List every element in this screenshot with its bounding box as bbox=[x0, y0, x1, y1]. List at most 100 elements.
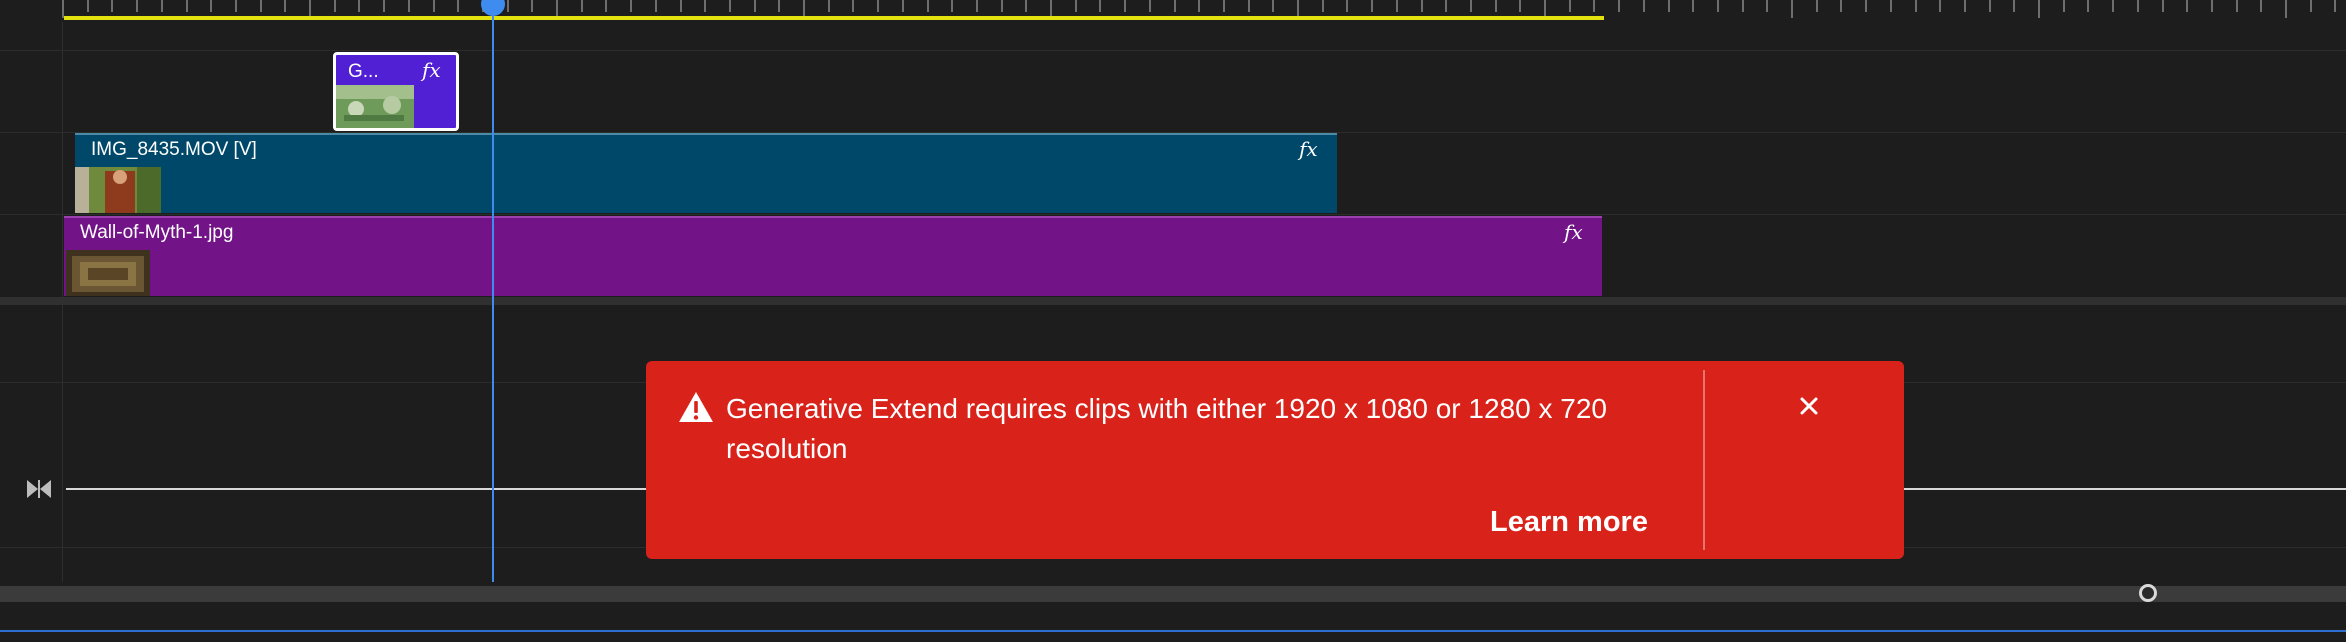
ruler-tick bbox=[729, 0, 731, 12]
ruler-tick bbox=[2137, 0, 2139, 12]
panel-bottom-border bbox=[0, 630, 2346, 632]
ruler-tick bbox=[2211, 0, 2213, 12]
toast-message: Generative Extend requires clips with ei… bbox=[726, 393, 1607, 464]
ruler-tick bbox=[2162, 0, 2164, 12]
ruler-tick bbox=[1371, 0, 1373, 12]
ruler-tick bbox=[1099, 0, 1101, 12]
timeline-ruler[interactable] bbox=[0, 0, 2346, 22]
warning-icon bbox=[679, 392, 713, 422]
ruler-tick bbox=[1346, 0, 1348, 12]
ruler-tick bbox=[828, 0, 830, 12]
ruler-tick bbox=[1964, 0, 1966, 12]
close-icon[interactable] bbox=[1794, 391, 1824, 421]
ruler-tick bbox=[1495, 0, 1497, 12]
ruler-tick bbox=[2310, 0, 2312, 12]
ruler-tick bbox=[161, 0, 163, 12]
ruler-tick bbox=[1816, 0, 1818, 12]
ruler-tick bbox=[2038, 0, 2040, 18]
ruler-tick bbox=[87, 0, 89, 12]
ruler-tick bbox=[2112, 0, 2114, 12]
ruler-tick bbox=[1445, 0, 1447, 12]
track-divider bbox=[0, 214, 2346, 215]
ruler-tick bbox=[976, 0, 978, 12]
ruler-tick bbox=[457, 0, 459, 12]
ruler-tick bbox=[136, 0, 138, 12]
ruler-tick bbox=[655, 0, 657, 12]
ruler-tick bbox=[2285, 0, 2287, 18]
ruler-tick bbox=[408, 0, 410, 12]
learn-more-link[interactable]: Learn more bbox=[1490, 506, 1648, 539]
ruler-tick bbox=[877, 0, 879, 12]
ruler-tick bbox=[1075, 0, 1077, 12]
ruler-tick bbox=[754, 0, 756, 12]
ruler-tick bbox=[852, 0, 854, 12]
ruler-tick bbox=[1915, 0, 1917, 12]
ruler-tick bbox=[1569, 0, 1571, 12]
ruler-tick bbox=[778, 0, 780, 12]
ruler-tick bbox=[1668, 0, 1670, 12]
ruler-tick bbox=[1593, 0, 1595, 12]
scroll-zoom-knob-icon[interactable] bbox=[2139, 584, 2157, 602]
ruler-tick bbox=[2334, 0, 2336, 12]
ruler-tick bbox=[1766, 0, 1768, 12]
ruler-tick bbox=[1025, 0, 1027, 12]
ruler-tick bbox=[1865, 0, 1867, 12]
clip-thumbnail bbox=[66, 250, 150, 296]
ruler-tick bbox=[1149, 0, 1151, 12]
ruler-tick bbox=[581, 0, 583, 12]
ruler-tick bbox=[383, 0, 385, 12]
ruler-tick bbox=[210, 0, 212, 12]
ruler-tick bbox=[1470, 0, 1472, 12]
fx-badge-icon[interactable]: fx bbox=[422, 58, 441, 82]
clip-g[interactable]: G... fx bbox=[333, 52, 459, 131]
ruler-tick bbox=[235, 0, 237, 12]
ruler-tick bbox=[1519, 0, 1521, 12]
ruler-tick bbox=[1939, 0, 1941, 12]
clip-img-8435[interactable]: IMG_8435.MOV [V] fx bbox=[75, 133, 1337, 213]
ruler-tick bbox=[630, 0, 632, 12]
ruler-tick bbox=[1198, 0, 1200, 12]
ruler-tick bbox=[1124, 0, 1126, 12]
clip-label: Wall-of-Myth-1.jpg bbox=[80, 222, 234, 243]
ruler-tick bbox=[1717, 0, 1719, 12]
ruler-tick bbox=[1643, 0, 1645, 12]
timeline-scrollbar[interactable] bbox=[0, 586, 2346, 602]
ruler-tick bbox=[1890, 0, 1892, 12]
toast-divider bbox=[1703, 370, 1705, 550]
clip-label: IMG_8435.MOV [V] bbox=[91, 139, 257, 160]
bowtie-icon[interactable] bbox=[26, 478, 52, 500]
ruler-tick bbox=[2260, 0, 2262, 12]
fx-badge-icon[interactable]: fx bbox=[1564, 220, 1583, 244]
ruler-tick bbox=[2236, 0, 2238, 12]
ruler-tick bbox=[1840, 0, 1842, 12]
ruler-tick bbox=[284, 0, 286, 12]
ruler-tick bbox=[1248, 0, 1250, 12]
ruler-tick bbox=[1272, 0, 1274, 12]
ruler-tick bbox=[1421, 0, 1423, 12]
ruler-tick bbox=[507, 0, 509, 12]
ruler-tick bbox=[1618, 0, 1620, 12]
clip-thumbnail bbox=[75, 167, 161, 213]
ruler-tick bbox=[260, 0, 262, 12]
video-audio-divider[interactable] bbox=[0, 297, 2346, 305]
ruler-tick bbox=[334, 0, 336, 12]
ruler-tick bbox=[704, 0, 706, 12]
ruler-tick bbox=[433, 0, 435, 12]
ruler-tick bbox=[2087, 0, 2089, 12]
ruler-tick bbox=[951, 0, 953, 12]
ruler-tick bbox=[1322, 0, 1324, 12]
ruler-tick bbox=[2186, 0, 2188, 12]
clip-wall-of-myth[interactable]: Wall-of-Myth-1.jpg fx bbox=[64, 216, 1602, 296]
ruler-tick bbox=[1791, 0, 1793, 18]
fx-badge-icon[interactable]: fx bbox=[1299, 137, 1318, 161]
work-area-bar[interactable] bbox=[64, 16, 1604, 20]
ruler-tick bbox=[605, 0, 607, 12]
ruler-tick bbox=[111, 0, 113, 12]
clip-label: G... bbox=[348, 61, 379, 82]
ruler-tick bbox=[531, 0, 533, 12]
ruler-tick bbox=[358, 0, 360, 12]
ruler-tick bbox=[2013, 0, 2015, 12]
ruler-tick bbox=[1001, 0, 1003, 12]
playhead-line[interactable] bbox=[492, 0, 494, 582]
ruler-tick bbox=[1174, 0, 1176, 12]
